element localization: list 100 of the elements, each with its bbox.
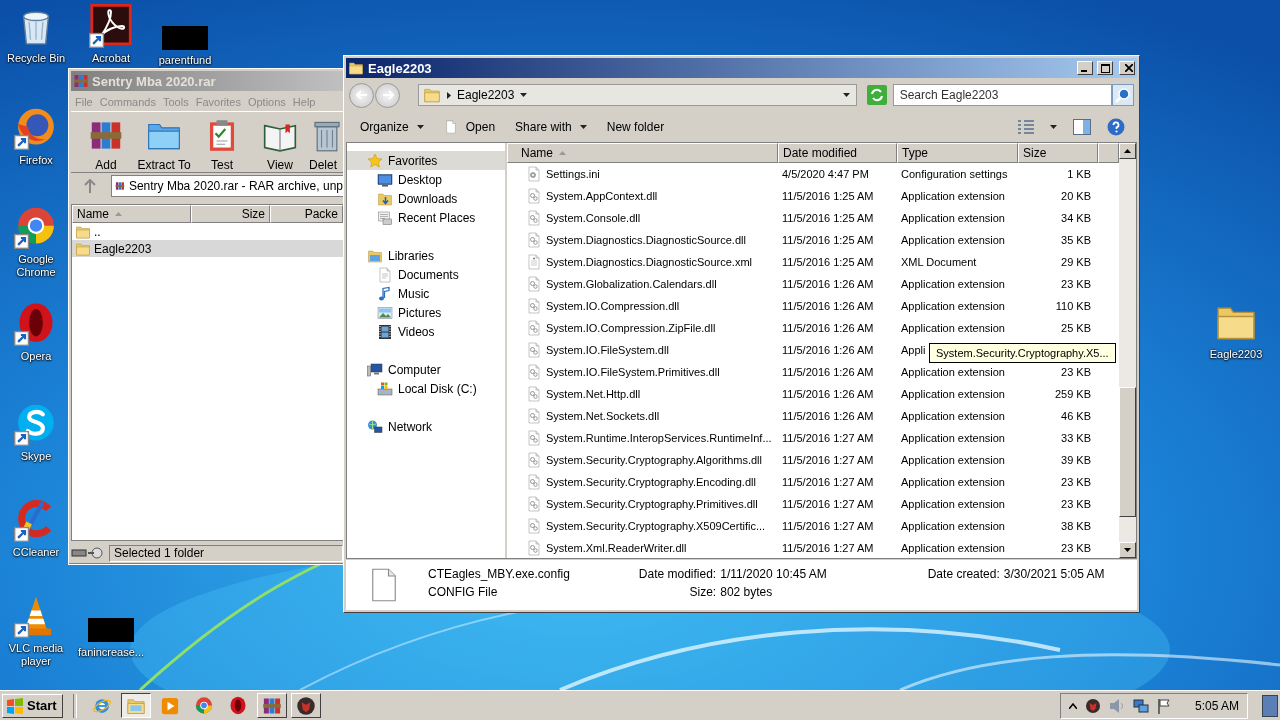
file-name[interactable]: System.IO.FileSystem.dll [546,344,669,356]
nav-item[interactable]: Computer [347,360,505,379]
type-cell-text: Application extension [900,190,1006,202]
taskbar-button[interactable] [120,693,151,718]
file-icon [443,118,458,136]
size-cell-text: 20 KB [1060,190,1092,202]
show-desktop-button[interactable] [1262,694,1278,717]
library-file-icon [526,452,542,468]
desktop-icon-label[interactable]: parentfund [158,54,212,67]
type-cell-text: Application extension [900,476,1006,488]
type-cell-text: Application extension [900,454,1006,466]
maximize-button[interactable] [1097,61,1113,75]
archive-row[interactable]: Eagle2203 [72,240,343,257]
file-name[interactable]: System.Diagnostics.DiagnosticSource.dll [546,234,746,246]
document-app-icon[interactable] [89,4,133,48]
nav-item[interactable]: Recent Places [347,208,505,227]
date-cell-text: 11/5/2016 1:26 AM [781,410,875,422]
nav-item[interactable]: Videos [347,322,505,341]
file-name[interactable]: System.Console.dll [546,212,641,224]
folder-icon [75,223,91,240]
date-cell-text: 11/5/2016 1:26 AM [781,344,875,356]
play-icon [159,695,180,716]
toolbar-button[interactable]: Add [77,112,135,172]
flag-icon[interactable] [1156,697,1171,714]
nav-item[interactable]: Downloads [347,189,505,208]
tooltip: System.Security.Cryptography.X5... [929,343,1116,363]
file-name[interactable]: System.IO.Compression.ZipFile.dll [546,322,716,334]
toolbar-button[interactable]: View [251,112,309,172]
desktop-icon-label[interactable]: Acrobat [92,52,130,65]
desktop-icon-label[interactable]: Opera [20,350,52,363]
library-file-icon [526,276,542,292]
toolbar-button[interactable]: Test [193,112,251,172]
toolbar-button[interactable]: Extract To [135,112,193,172]
desktop-icon-label[interactable]: Google Chrome [4,253,68,279]
command-button[interactable]: Share with [507,117,595,137]
column-header[interactable]: Packe [270,205,343,223]
column-header[interactable]: Type [897,143,1018,163]
command-button[interactable]: Open [435,115,504,139]
shield-icon[interactable] [1084,697,1101,714]
breadcrumb-item[interactable]: Eagle2203 [457,88,515,102]
scrollbar[interactable] [1119,143,1136,558]
network-status-icon[interactable] [1132,697,1149,714]
nav-item[interactable]: Network [347,417,505,436]
file-name[interactable]: System.AppContext.dll [546,190,658,202]
size-cell-text: 25 KB [1060,322,1092,334]
desktop-icon-label[interactable]: Skype [20,450,52,463]
dropdown-icon [842,93,850,97]
close-button[interactable] [1119,61,1135,75]
caret-up-icon[interactable] [1068,702,1077,709]
file-name[interactable]: System.Security.Cryptography.Encoding.dll [546,476,756,488]
path-field[interactable]: Sentry Mba 2020.rar - RAR archive, unp [111,175,343,197]
up-arrow-icon [84,179,96,193]
network-icon [367,418,383,435]
library-file-icon [526,364,542,380]
caret-icon [579,125,587,129]
column-header[interactable]: Name [507,143,778,163]
column-header[interactable]: Size [191,205,270,223]
desktop-icon-label[interactable]: VLC media player [4,642,68,668]
desktop-icon-label[interactable]: Firefox [19,154,53,167]
search-button[interactable] [1112,84,1134,106]
file-name[interactable]: System.Diagnostics.DiagnosticSource.xml [546,256,753,268]
file-name[interactable]: System.Net.Sockets.dll [546,410,660,422]
type-cell-text: Application extension [900,278,1006,290]
nav-item[interactable]: Pictures [347,303,505,322]
nav-item[interactable]: Music [347,284,505,303]
command-button[interactable]: Organize [352,117,432,137]
column-header[interactable]: Name [72,205,191,223]
search-field[interactable]: Search Eagle2203 [892,84,1113,106]
browser-icon [193,695,214,716]
command-button[interactable]: New folder [598,117,673,137]
date-cell-text: 11/5/2016 1:26 AM [781,388,875,400]
start-button[interactable]: Start [2,693,63,718]
file-name[interactable]: System.Net.Http.dll [546,388,641,400]
file-name[interactable]: System.Xml.ReaderWriter.dll [546,542,687,554]
minimize-button[interactable] [1077,61,1093,75]
size-cell-text: 39 KB [1060,454,1092,466]
nav-item[interactable]: Favorites [347,151,505,170]
file-name[interactable]: System.Security.Cryptography.Primitives.dll [546,498,758,510]
nav-item[interactable]: Local Disk (C:) [347,379,505,398]
column-header[interactable]: Date modified [778,143,897,163]
nav-item[interactable]: Desktop [347,170,505,189]
date-cell-text: 11/5/2016 1:27 AM [781,476,875,488]
nav-item[interactable]: Documents [347,265,505,284]
file-name[interactable]: System.Security.Cryptography.X509Certific... [546,520,766,532]
desktop-icon-label[interactable]: Recycle Bin [6,52,66,65]
file-name[interactable]: System.Security.Cryptography.Algorithms.dll [546,454,762,466]
column-header[interactable]: Size [1018,143,1098,163]
archive-row[interactable]: .. [72,223,343,240]
file-name[interactable]: System.Globalization.Calendars.dll [546,278,717,290]
file-name[interactable]: System.IO.Compression.dll [546,300,680,312]
nav-item[interactable]: Libraries [347,246,505,265]
file-name[interactable]: System.Runtime.InteropServices.RuntimeInf... [546,432,772,444]
desktop-icon-label[interactable]: CCleaner [12,546,60,559]
file-name[interactable]: System.IO.FileSystem.Primitives.dll [546,366,720,378]
address-bar[interactable]: Eagle2203 [418,84,857,106]
clock[interactable]: 5:05 AM [1194,698,1239,713]
file-name[interactable]: Settings.ini [546,168,600,180]
desktop-icon-label[interactable]: fanincrease... [78,646,145,659]
desktop-icon-label[interactable]: Eagle2203 [1209,348,1263,361]
refresh-button[interactable] [866,85,887,105]
